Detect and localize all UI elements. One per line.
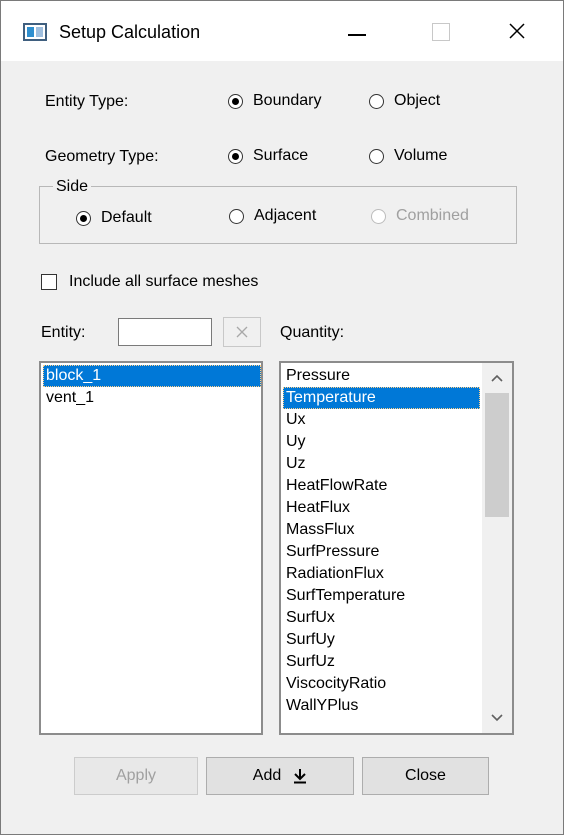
setup-calculation-dialog: Setup Calculation Entity Type: Boundary … [0, 0, 564, 835]
list-item[interactable]: ViscocityRatio [283, 673, 480, 695]
include-surface-meshes-label: Include all surface meshes [69, 273, 259, 290]
entity-filter-input[interactable] [118, 318, 212, 346]
list-item[interactable]: Uz [283, 453, 480, 475]
apply-button-label: Apply [115, 767, 157, 784]
radio-surface-label: Surface [253, 147, 309, 164]
close-window-button[interactable] [489, 1, 545, 61]
add-button[interactable]: Add [206, 757, 354, 795]
radio-boundary[interactable]: Boundary [228, 92, 322, 110]
list-item[interactable]: SurfUz [283, 651, 480, 673]
radio-dot [229, 208, 244, 224]
add-button-label: Add [252, 767, 282, 784]
radio-dot [369, 93, 384, 109]
radio-volume-label: Volume [394, 147, 448, 164]
chevron-down-icon [491, 714, 503, 722]
quantity-listbox[interactable]: Pressure Temperature Ux Uy Uz HeatFlowRa… [279, 361, 514, 735]
list-item[interactable]: MassFlux [283, 519, 480, 541]
radio-dot [369, 148, 384, 164]
radio-boundary-label: Boundary [253, 92, 322, 109]
scroll-up-button[interactable] [482, 363, 512, 393]
radio-default-label: Default [101, 209, 152, 226]
list-item[interactable]: Uy [283, 431, 480, 453]
title-bar[interactable]: Setup Calculation [1, 1, 563, 61]
scroll-down-button[interactable] [482, 703, 512, 733]
list-item[interactable]: HeatFlux [283, 497, 480, 519]
list-item[interactable]: SurfUy [283, 629, 480, 651]
app-window-icon [23, 23, 47, 41]
radio-adjacent[interactable]: Adjacent [229, 207, 316, 225]
list-item[interactable]: Temperature [283, 387, 480, 409]
radio-dot [228, 93, 243, 109]
include-surface-meshes-checkbox[interactable]: Include all surface meshes [41, 273, 258, 291]
apply-button: Apply [74, 757, 198, 795]
list-item[interactable]: SurfPressure [283, 541, 480, 563]
radio-volume[interactable]: Volume [369, 147, 447, 165]
radio-surface[interactable]: Surface [228, 147, 308, 165]
side-group-label: Side [53, 178, 92, 196]
download-arrow-icon [294, 769, 307, 784]
list-item[interactable]: SurfUx [283, 607, 480, 629]
radio-combined: Combined [371, 207, 469, 225]
radio-object[interactable]: Object [369, 92, 440, 110]
quantity-label: Quantity: [280, 324, 345, 341]
entity-listbox[interactable]: block_1 vent_1 [39, 361, 263, 735]
clear-entity-button [223, 317, 261, 347]
close-button[interactable]: Close [362, 757, 489, 795]
window-title: Setup Calculation [59, 22, 201, 42]
scrollbar-thumb[interactable] [485, 393, 509, 517]
list-item[interactable]: Pressure [283, 365, 480, 387]
list-item[interactable]: SurfTemperature [283, 585, 480, 607]
list-item[interactable]: vent_1 [43, 387, 261, 409]
radio-dot [76, 210, 91, 226]
geometry-type-label: Geometry Type: [45, 148, 159, 165]
list-item[interactable]: block_1 [43, 365, 261, 387]
close-button-label: Close [405, 767, 446, 784]
chevron-up-icon [491, 374, 503, 382]
checkbox-box[interactable] [41, 274, 57, 290]
list-item[interactable]: WallYPlus [283, 695, 480, 717]
close-icon [509, 23, 525, 39]
radio-adjacent-label: Adjacent [254, 207, 317, 224]
list-item[interactable]: HeatFlowRate [283, 475, 480, 497]
minimize-button[interactable] [329, 1, 385, 61]
maximize-button [413, 1, 469, 61]
radio-dot [371, 208, 386, 224]
radio-object-label: Object [394, 92, 441, 109]
radio-combined-label: Combined [396, 207, 469, 224]
close-icon [236, 326, 248, 338]
entity-type-label: Entity Type: [45, 93, 129, 110]
quantity-scrollbar[interactable] [482, 363, 512, 733]
list-item[interactable]: Ux [283, 409, 480, 431]
entity-label: Entity: [41, 324, 86, 341]
list-item[interactable]: RadiationFlux [283, 563, 480, 585]
radio-default[interactable]: Default [76, 209, 152, 227]
radio-dot [228, 148, 243, 164]
